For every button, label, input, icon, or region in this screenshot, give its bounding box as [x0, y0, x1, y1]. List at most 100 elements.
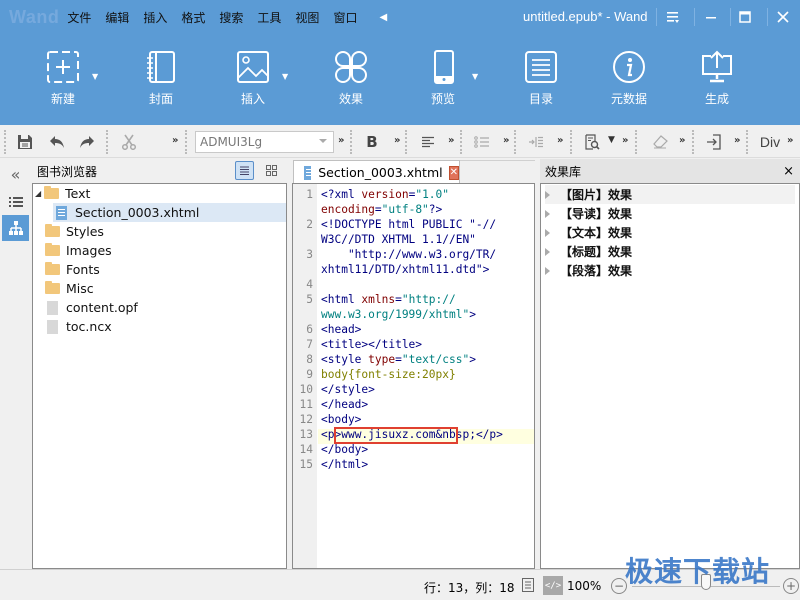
more-edit-tools[interactable]: »	[172, 135, 178, 146]
list-view-toggle[interactable]	[235, 161, 254, 180]
toolbar-grip[interactable]	[635, 130, 637, 154]
effects-button[interactable]: 效果	[316, 50, 386, 107]
tree-item-content-opf[interactable]: content.opf	[47, 298, 138, 317]
menu-insert[interactable]: 插入	[143, 9, 167, 26]
save-button[interactable]	[14, 132, 36, 152]
more-font-tools[interactable]: »	[338, 135, 344, 146]
more-list-tools[interactable]: »	[503, 135, 509, 146]
import-icon	[707, 134, 721, 150]
effects-close-button[interactable]: ×	[783, 164, 794, 179]
maximize-button[interactable]	[728, 0, 762, 34]
effect-item-heading[interactable]: 【标题】效果	[545, 242, 632, 261]
toolbar-grip[interactable]	[514, 130, 516, 154]
tree-item-styles-folder[interactable]: Styles	[45, 222, 104, 241]
insert-label: 插入	[240, 92, 265, 106]
minimize-button[interactable]	[694, 0, 728, 34]
tree-item-text-folder[interactable]: ◢ Text	[35, 184, 90, 203]
bold-button[interactable]: B	[362, 132, 382, 152]
list-view-icon	[240, 166, 249, 175]
eraser-button[interactable]	[650, 132, 670, 152]
tree-item-fonts-folder[interactable]: Fonts	[45, 260, 100, 279]
options-menu-button[interactable]	[656, 0, 690, 34]
toolbar-grip[interactable]	[460, 130, 462, 154]
collapse-sidebar-button[interactable]: «	[2, 161, 29, 187]
line-number-gutter: 1 2 3 4 5 6 7 8 9 10 11 12 13 14 15	[293, 184, 317, 568]
bullet-list-icon	[474, 136, 489, 148]
generate-button[interactable]: 生成	[682, 50, 752, 107]
tree-item-misc-folder[interactable]: Misc	[45, 279, 94, 298]
effect-item-text[interactable]: 【文本】效果	[545, 223, 632, 242]
preview-dropdown-icon[interactable]: ▼	[472, 72, 478, 81]
line-number: 9	[306, 368, 313, 381]
more-align-tools[interactable]: »	[448, 135, 454, 146]
line-number: 4	[306, 278, 313, 291]
code-line: <html xmlns="http://	[321, 293, 456, 306]
menu-window[interactable]: 窗口	[333, 9, 357, 26]
menu-search[interactable]: 搜索	[219, 9, 243, 26]
tree-item-label: Text	[65, 186, 91, 201]
list-button[interactable]	[472, 132, 492, 152]
cover-button[interactable]: 封面	[126, 50, 196, 107]
more-indent-tools[interactable]: »	[557, 135, 563, 146]
toolbar-grip[interactable]	[692, 130, 694, 154]
tab-section-0003[interactable]: Section_0003.xhtml ✕	[293, 160, 460, 184]
more-insert-tools[interactable]: »	[734, 135, 740, 146]
new-button[interactable]: 新建	[28, 50, 98, 107]
book-browser-view-button[interactable]	[2, 215, 29, 241]
find-button[interactable]	[582, 132, 602, 152]
grid-view-toggle[interactable]	[262, 161, 281, 180]
toc-button[interactable]: 目录	[506, 50, 576, 107]
indent-button[interactable]	[526, 132, 546, 152]
code-line: </head>	[321, 398, 369, 411]
code-view-button[interactable]: </>	[543, 576, 563, 595]
toolbar-grip[interactable]	[4, 130, 6, 154]
more-style-tools[interactable]: »	[394, 135, 400, 146]
new-dropdown-icon[interactable]: ▼	[92, 72, 98, 81]
menu-format[interactable]: 格式	[181, 9, 205, 26]
toolbar-grip[interactable]	[350, 130, 352, 154]
format-toolbar: » » B » » » » ▼ » » » Div »	[0, 125, 800, 158]
tree-item-toc-ncx[interactable]: toc.ncx	[47, 317, 112, 336]
toolbar-grip[interactable]	[570, 130, 572, 154]
effect-item-image[interactable]: 【图片】效果	[545, 185, 795, 204]
insert-dropdown-icon[interactable]: ▼	[282, 72, 288, 81]
zoom-in-button[interactable]: +	[783, 578, 799, 594]
toolbar-grip[interactable]	[106, 130, 108, 154]
close-window-button[interactable]	[766, 0, 800, 34]
tree-item-images-folder[interactable]: Images	[45, 241, 112, 260]
tree-item-section-0003[interactable]: Section_0003.xhtml	[53, 203, 286, 222]
more-div-tools[interactable]: »	[787, 135, 793, 146]
align-left-button[interactable]	[418, 132, 438, 152]
menu-view[interactable]: 视图	[295, 9, 319, 26]
menu-file[interactable]: 文件	[67, 9, 91, 26]
font-select[interactable]: ADMUI3Lg	[195, 131, 334, 153]
code-editor[interactable]: 1 2 3 4 5 6 7 8 9 10 11 12 13 14 15 <?xml version="1.0…	[292, 183, 535, 569]
line-number: 6	[306, 323, 313, 336]
highlight-annotation-box	[334, 427, 458, 444]
toolbar-grip[interactable]	[185, 130, 187, 154]
book-view-button[interactable]	[521, 578, 535, 592]
insert-file-button[interactable]	[704, 132, 724, 152]
cut-button[interactable]	[118, 132, 140, 152]
effect-label: 【标题】效果	[560, 245, 633, 259]
div-button[interactable]: Div	[758, 132, 782, 152]
menu-edit[interactable]: 编辑	[105, 9, 129, 26]
toolbar-grip[interactable]	[405, 130, 407, 154]
tab-close-button[interactable]: ✕	[448, 165, 459, 180]
redo-button[interactable]	[76, 132, 98, 152]
find-dropdown-icon[interactable]: ▼	[608, 135, 615, 145]
undo-button[interactable]	[46, 132, 68, 152]
menu-tools[interactable]: 工具	[257, 9, 281, 26]
toolbar-grip[interactable]	[746, 130, 748, 154]
more-find-tools[interactable]: »	[622, 135, 628, 146]
effect-item-guide[interactable]: 【导读】效果	[545, 204, 632, 223]
metadata-button[interactable]: 元数据	[594, 50, 664, 107]
collapse-menu-icon[interactable]: ◀	[379, 12, 387, 23]
list-menu-icon	[667, 12, 679, 23]
double-chevron-left-icon: «	[10, 164, 21, 184]
preview-button[interactable]: 预览	[408, 50, 478, 107]
outline-view-button[interactable]	[2, 189, 29, 215]
effect-item-paragraph[interactable]: 【段落】效果	[545, 261, 632, 280]
insert-button[interactable]: 插入	[218, 50, 288, 107]
more-clear-tools[interactable]: »	[679, 135, 685, 146]
